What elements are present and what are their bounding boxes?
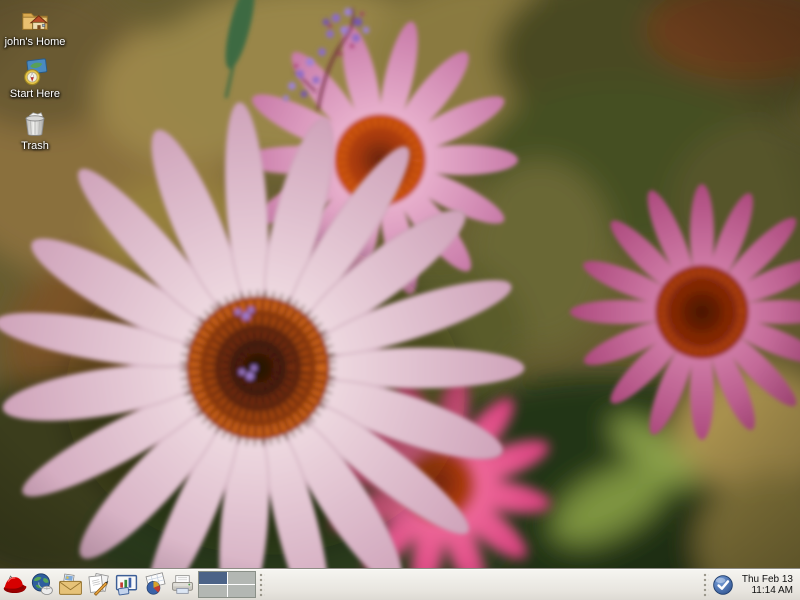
desktop-icon-label: john's Home	[5, 36, 66, 48]
trash-icon	[20, 109, 50, 139]
piechart-sheet-icon	[142, 572, 167, 597]
desktop-icon-trash[interactable]: Trash	[2, 109, 68, 152]
desktop-icon-johns-home[interactable]: john's Home	[2, 5, 68, 48]
workspace-switcher[interactable]	[198, 571, 256, 598]
workspace-3[interactable]	[199, 585, 227, 597]
panel-right-group: Thu Feb 13 11:14 AM	[700, 569, 800, 600]
launcher-word-processor[interactable]	[84, 570, 112, 600]
desktop-icon-list: john's Home Start Here Trash	[2, 5, 68, 152]
desktop[interactable]: john's Home Start Here Trash	[0, 0, 800, 600]
launcher-print-manager[interactable]	[168, 570, 196, 600]
workspace-1[interactable]	[199, 572, 227, 584]
workspace-2[interactable]	[228, 572, 256, 584]
launcher-main-menu[interactable]	[0, 570, 28, 600]
clock-date: Thu Feb 13	[742, 574, 793, 585]
email-envelope-icon	[58, 572, 83, 597]
home-folder-icon	[20, 5, 50, 35]
printer-icon	[170, 572, 195, 597]
wallpaper-image	[0, 0, 800, 600]
globe-browser-icon	[30, 572, 55, 597]
blue-check-update-icon	[712, 574, 734, 596]
launcher-presentation[interactable]	[112, 570, 140, 600]
documents-pen-icon	[86, 572, 111, 597]
launcher-web-browser[interactable]	[28, 570, 56, 600]
panel-drag-handle-right[interactable]	[703, 573, 709, 597]
clock-applet[interactable]: Thu Feb 13 11:14 AM	[742, 574, 793, 596]
workspace-4[interactable]	[228, 585, 256, 597]
update-notification-button[interactable]	[712, 574, 734, 596]
slide-barchart-icon	[114, 572, 139, 597]
launcher-spreadsheet[interactable]	[140, 570, 168, 600]
panel-left-group	[0, 569, 268, 600]
bottom-panel: Thu Feb 13 11:14 AM	[0, 568, 800, 600]
desktop-icon-label: Start Here	[10, 88, 60, 100]
clock-time: 11:14 AM	[742, 585, 793, 596]
panel-drag-handle-left[interactable]	[259, 573, 265, 597]
desktop-icon-label: Trash	[21, 140, 49, 152]
start-here-icon	[20, 57, 50, 87]
desktop-icon-start-here[interactable]: Start Here	[2, 57, 68, 100]
launcher-email[interactable]	[56, 570, 84, 600]
red-hat-menu-icon	[2, 572, 27, 597]
